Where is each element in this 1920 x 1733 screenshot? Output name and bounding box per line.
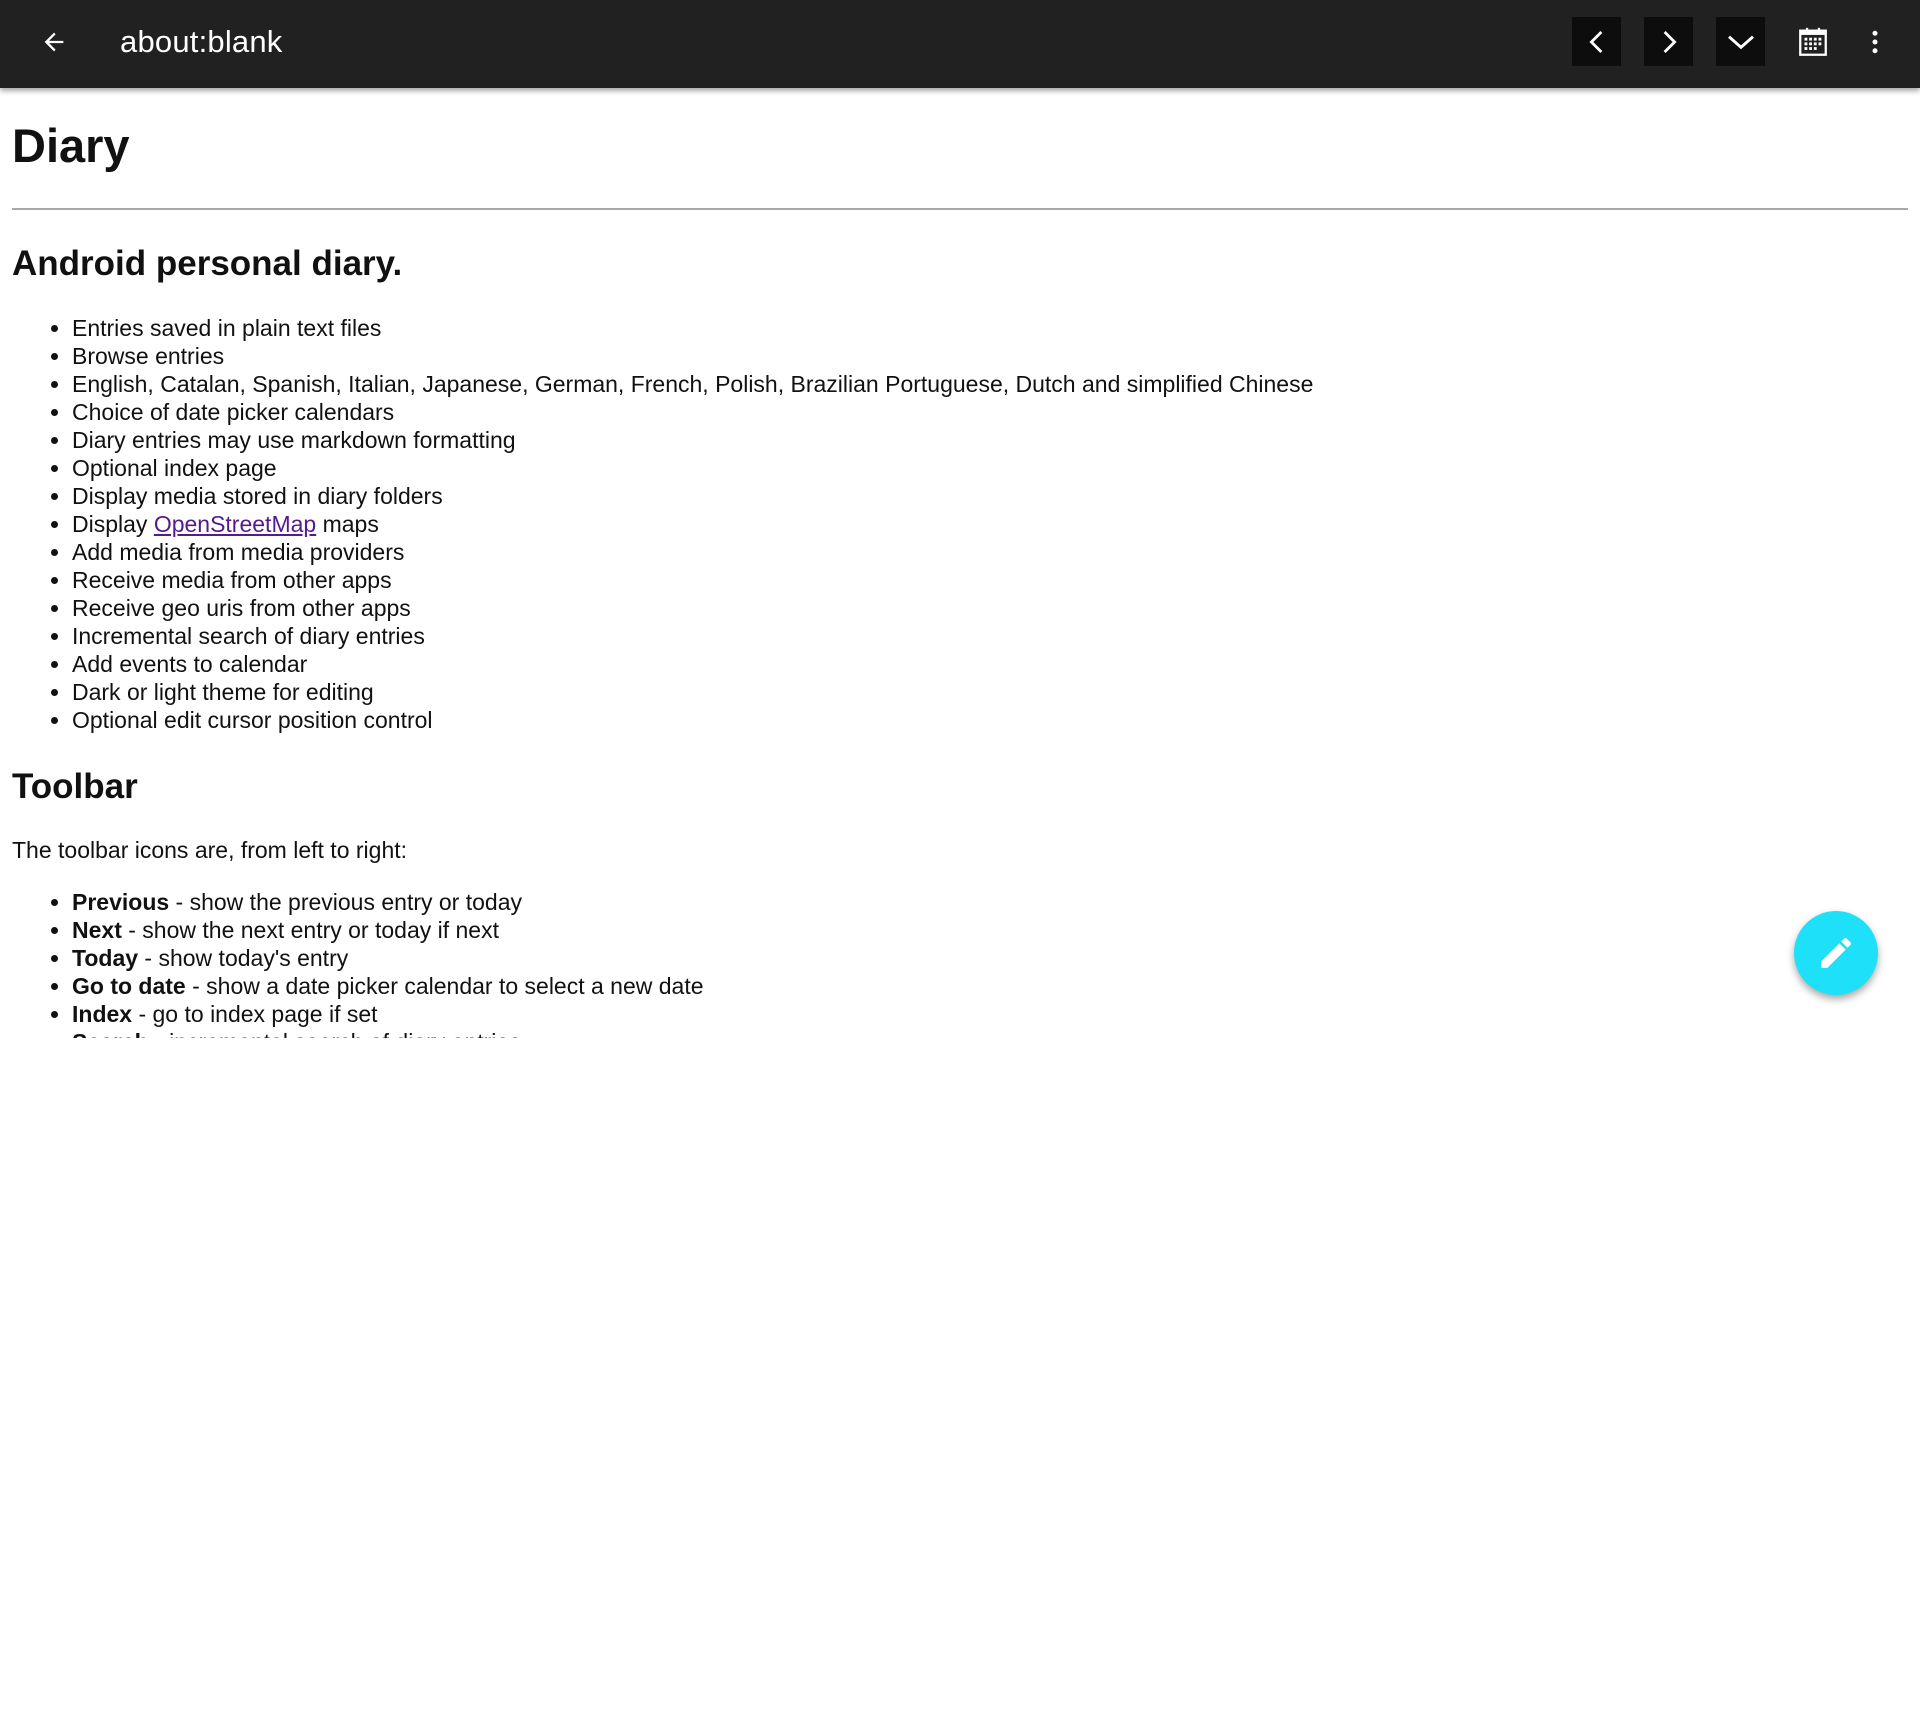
list-item: Incremental search of diary entries — [72, 622, 1313, 650]
list-item-desc: - show the next entry or today if next — [121, 917, 499, 943]
go-to-date-button[interactable] — [1788, 17, 1837, 66]
list-item-text: Display — [72, 511, 154, 537]
list-item: Dark or light theme for editing — [72, 678, 1313, 706]
list-item: Go to date - show a date picker calendar… — [72, 972, 704, 1000]
list-item-desc: - show the previous entry or today — [169, 889, 522, 915]
list-item-desc: - show a date picker calendar to select … — [185, 973, 704, 999]
calendar-icon — [1798, 27, 1827, 56]
list-item: Search - incremental search of diary ent… — [72, 1028, 704, 1038]
webview-content[interactable]: Diary Android personal diary. Entries sa… — [0, 88, 1920, 1038]
chevron-left-icon — [1588, 30, 1602, 53]
list-item: English, Catalan, Spanish, Italian, Japa… — [72, 370, 1313, 398]
list-item: Receive geo uris from other apps — [72, 594, 1313, 622]
toolbar-heading: Toolbar — [12, 767, 138, 806]
toolbar-intro: The toolbar icons are, from left to righ… — [12, 837, 408, 863]
list-item: Add events to calendar — [72, 650, 1313, 678]
list-item: Next - show the next entry or today if n… — [72, 916, 704, 944]
toolbar-title: about:blank — [120, 24, 283, 59]
list-item: Previous - show the previous entry or to… — [72, 888, 704, 916]
list-item: Index - go to index page if set — [72, 1000, 704, 1028]
list-item: Display OpenStreetMap maps — [72, 510, 1313, 538]
back-button[interactable] — [28, 16, 80, 68]
list-item-desc: - incremental search of diary entries — [149, 1029, 521, 1038]
list-item-term: Today — [72, 945, 139, 971]
list-item-term: Previous — [72, 889, 170, 915]
toolbar-list: Previous - show the previous entry or to… — [12, 888, 704, 1038]
list-item-term: Next — [72, 917, 122, 943]
list-item: Browse entries — [72, 342, 1313, 370]
list-item-text: maps — [316, 511, 379, 537]
openstreetmap-link[interactable]: OpenStreetMap — [154, 511, 316, 537]
arrow-back-icon — [44, 32, 64, 52]
list-item: Display media stored in diary folders — [72, 482, 1313, 510]
list-item-term: Index — [72, 1001, 133, 1027]
today-button[interactable] — [1716, 17, 1765, 66]
chevron-right-icon — [1663, 30, 1677, 53]
list-item: Optional index page — [72, 454, 1313, 482]
list-item: Today - show today's entry — [72, 944, 704, 972]
list-item-desc: - show today's entry — [138, 945, 349, 971]
list-item: Choice of date picker calendars — [72, 398, 1313, 426]
previous-button[interactable] — [1572, 17, 1621, 66]
features-list: Entries saved in plain text files Browse… — [12, 314, 1313, 734]
chevron-down-icon — [1727, 35, 1754, 49]
features-heading: Android personal diary. — [12, 244, 403, 283]
app-toolbar: about:blank — [0, 0, 1920, 88]
pencil-edit-icon — [1821, 937, 1852, 968]
list-item: Add media from media providers — [72, 538, 1313, 566]
list-item: Optional edit cursor position control — [72, 706, 1313, 734]
overflow-menu-button[interactable] — [1850, 17, 1899, 66]
title-divider — [12, 208, 1908, 210]
next-button[interactable] — [1644, 17, 1693, 66]
list-item-desc: - go to index page if set — [132, 1001, 378, 1027]
list-item: Diary entries may use markdown formattin… — [72, 426, 1313, 454]
list-item-term: Go to date — [72, 973, 186, 999]
edit-fab-button[interactable] — [1794, 911, 1878, 995]
list-item-term: Search — [72, 1029, 149, 1038]
list-item: Entries saved in plain text files — [72, 314, 1313, 342]
page-title: Diary — [12, 119, 130, 172]
list-item: Receive media from other apps — [72, 566, 1313, 594]
more-vert-icon — [1872, 30, 1877, 53]
